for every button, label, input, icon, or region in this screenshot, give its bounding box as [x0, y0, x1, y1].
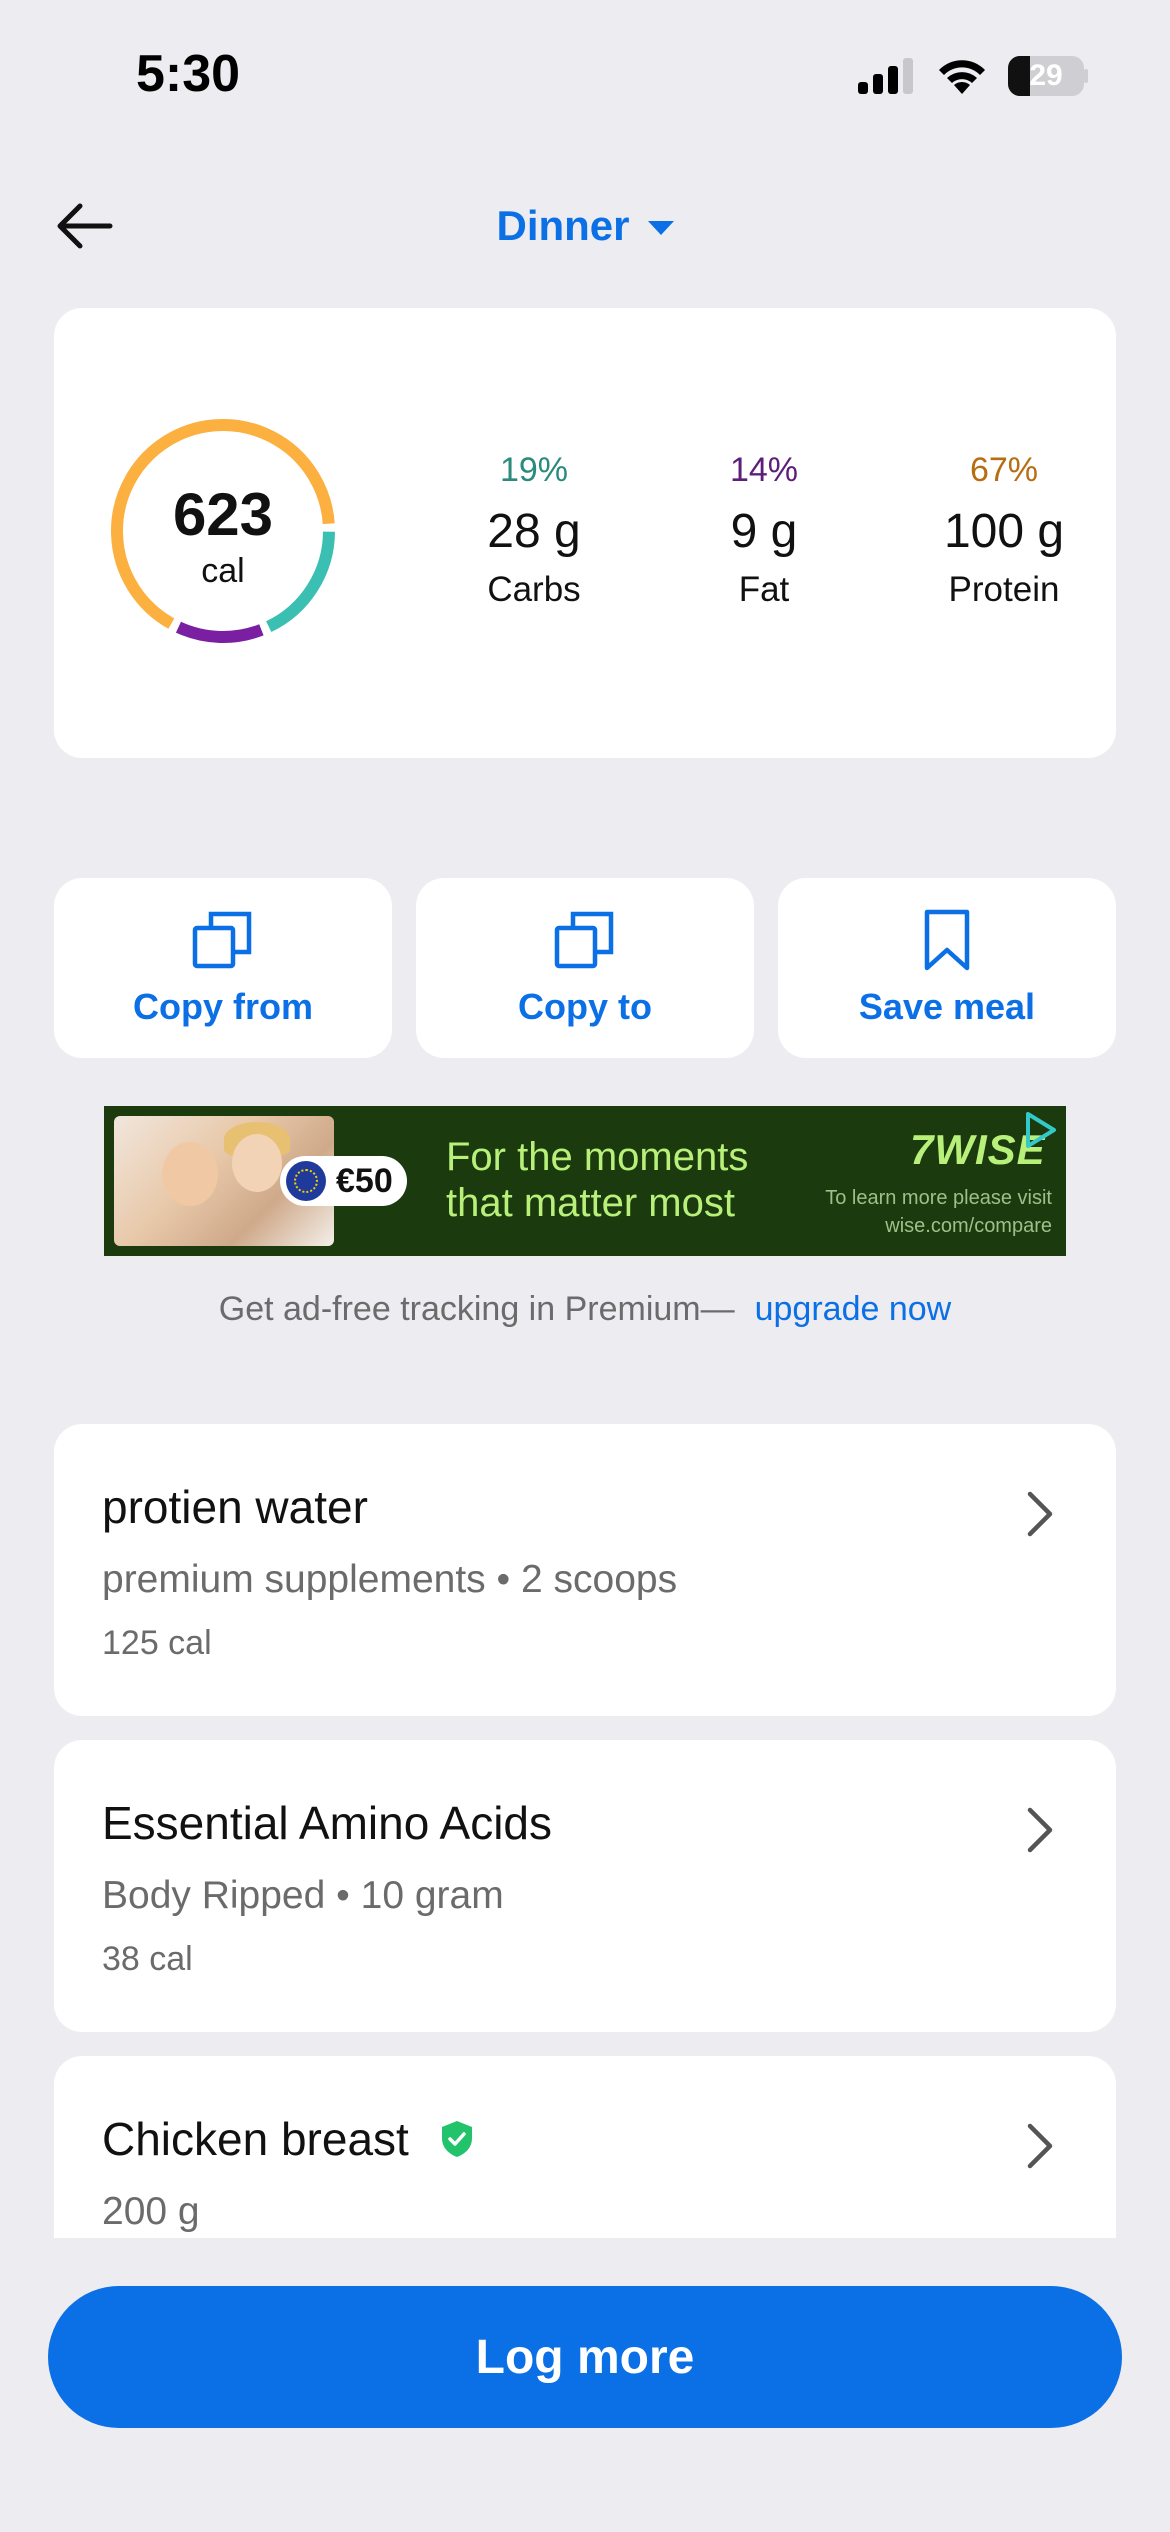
ring-segment-fat: [175, 621, 264, 643]
calorie-unit: cal: [201, 552, 245, 590]
chevron-right-icon: [1027, 1491, 1053, 1537]
macro-value: 28 g: [487, 505, 581, 558]
status-time: 5:30: [136, 45, 241, 103]
food-details: 200 g: [102, 2190, 200, 2233]
copy-to-label: Copy to: [518, 986, 652, 1027]
ad-headline: For the moments that matter most: [446, 1135, 749, 1225]
macro-protein: 67% 100 g Protein: [904, 448, 1104, 612]
nutrition-summary-card: 623 cal 19% 28 g Carbs 14% 9 g Fat 67% 1…: [54, 308, 1116, 758]
food-item[interactable]: protien water premium supplements • 2 sc…: [54, 1424, 1116, 1716]
food-item[interactable]: Essential Amino Acids Body Ripped • 10 g…: [54, 1740, 1116, 2032]
back-arrow-icon[interactable]: [52, 194, 116, 258]
battery-percentage: 29: [1029, 59, 1063, 92]
verified-shield-icon: [441, 2121, 472, 2157]
food-details: Body Ripped • 10 gram: [102, 1874, 504, 1917]
macro-value: 9 g: [730, 505, 798, 558]
premium-text: Get ad-free tracking in Premium—: [218, 1290, 735, 1328]
macro-label: Fat: [738, 570, 790, 609]
caret-down-icon: [647, 221, 674, 235]
macro-percent: 19%: [499, 451, 569, 489]
macro-label: Carbs: [487, 570, 581, 609]
ad-disclaimer: To learn more please visit wise.com/comp…: [825, 1187, 1052, 1237]
meal-selector[interactable]: Dinner: [0, 194, 1170, 258]
ad-choices-icon[interactable]: [1020, 1110, 1060, 1150]
food-name: protien water: [102, 1481, 368, 1533]
macro-value: 100 g: [943, 505, 1065, 558]
copy-from-button[interactable]: Copy from: [54, 878, 392, 1058]
save-meal-button[interactable]: Save meal: [778, 878, 1116, 1058]
battery-icon: 29: [1008, 56, 1088, 96]
macro-fat: 14% 9 g Fat: [664, 448, 864, 612]
ad-banner[interactable]: €50 For the moments that matter most 7WI…: [104, 1106, 1066, 1256]
chevron-right-icon: [1027, 1807, 1053, 1853]
macro-carbs: 19% 28 g Carbs: [434, 448, 634, 612]
save-meal-label: Save meal: [858, 986, 1036, 1027]
calorie-total: 623: [172, 481, 274, 548]
food-details: premium supplements • 2 scoops: [102, 1558, 678, 1601]
macro-label: Protein: [948, 570, 1060, 609]
macro-percent: 67%: [969, 451, 1039, 489]
premium-upsell: Get ad-free tracking in Premium— upgrade …: [0, 1290, 1170, 1329]
copy-icon: [554, 911, 614, 969]
food-name: Chicken breast: [102, 2112, 475, 2166]
ad-badge: €50: [280, 1156, 407, 1206]
meal-title: Dinner: [496, 202, 630, 249]
macro-percent: 14%: [729, 451, 799, 489]
copy-icon: [192, 911, 252, 969]
meal-detail-screen: 5:30 29 Dinner 623 cal 19% 28 g Carbs 14…: [0, 0, 1170, 2532]
bookmark-icon: [924, 909, 970, 971]
wifi-icon: [939, 60, 985, 94]
copy-from-label: Copy from: [133, 986, 313, 1027]
copy-to-button[interactable]: Copy to: [416, 878, 754, 1058]
chevron-right-icon: [1027, 2123, 1053, 2169]
food-calories: 125 cal: [102, 1624, 212, 1662]
food-name: Essential Amino Acids: [102, 1797, 553, 1849]
cellular-signal-icon: [858, 58, 913, 94]
food-calories: 38 cal: [102, 1940, 193, 1978]
eu-flag-icon: [286, 1161, 326, 1201]
upgrade-now-link[interactable]: upgrade now: [755, 1290, 952, 1328]
log-more-button[interactable]: Log more: [48, 2286, 1122, 2428]
